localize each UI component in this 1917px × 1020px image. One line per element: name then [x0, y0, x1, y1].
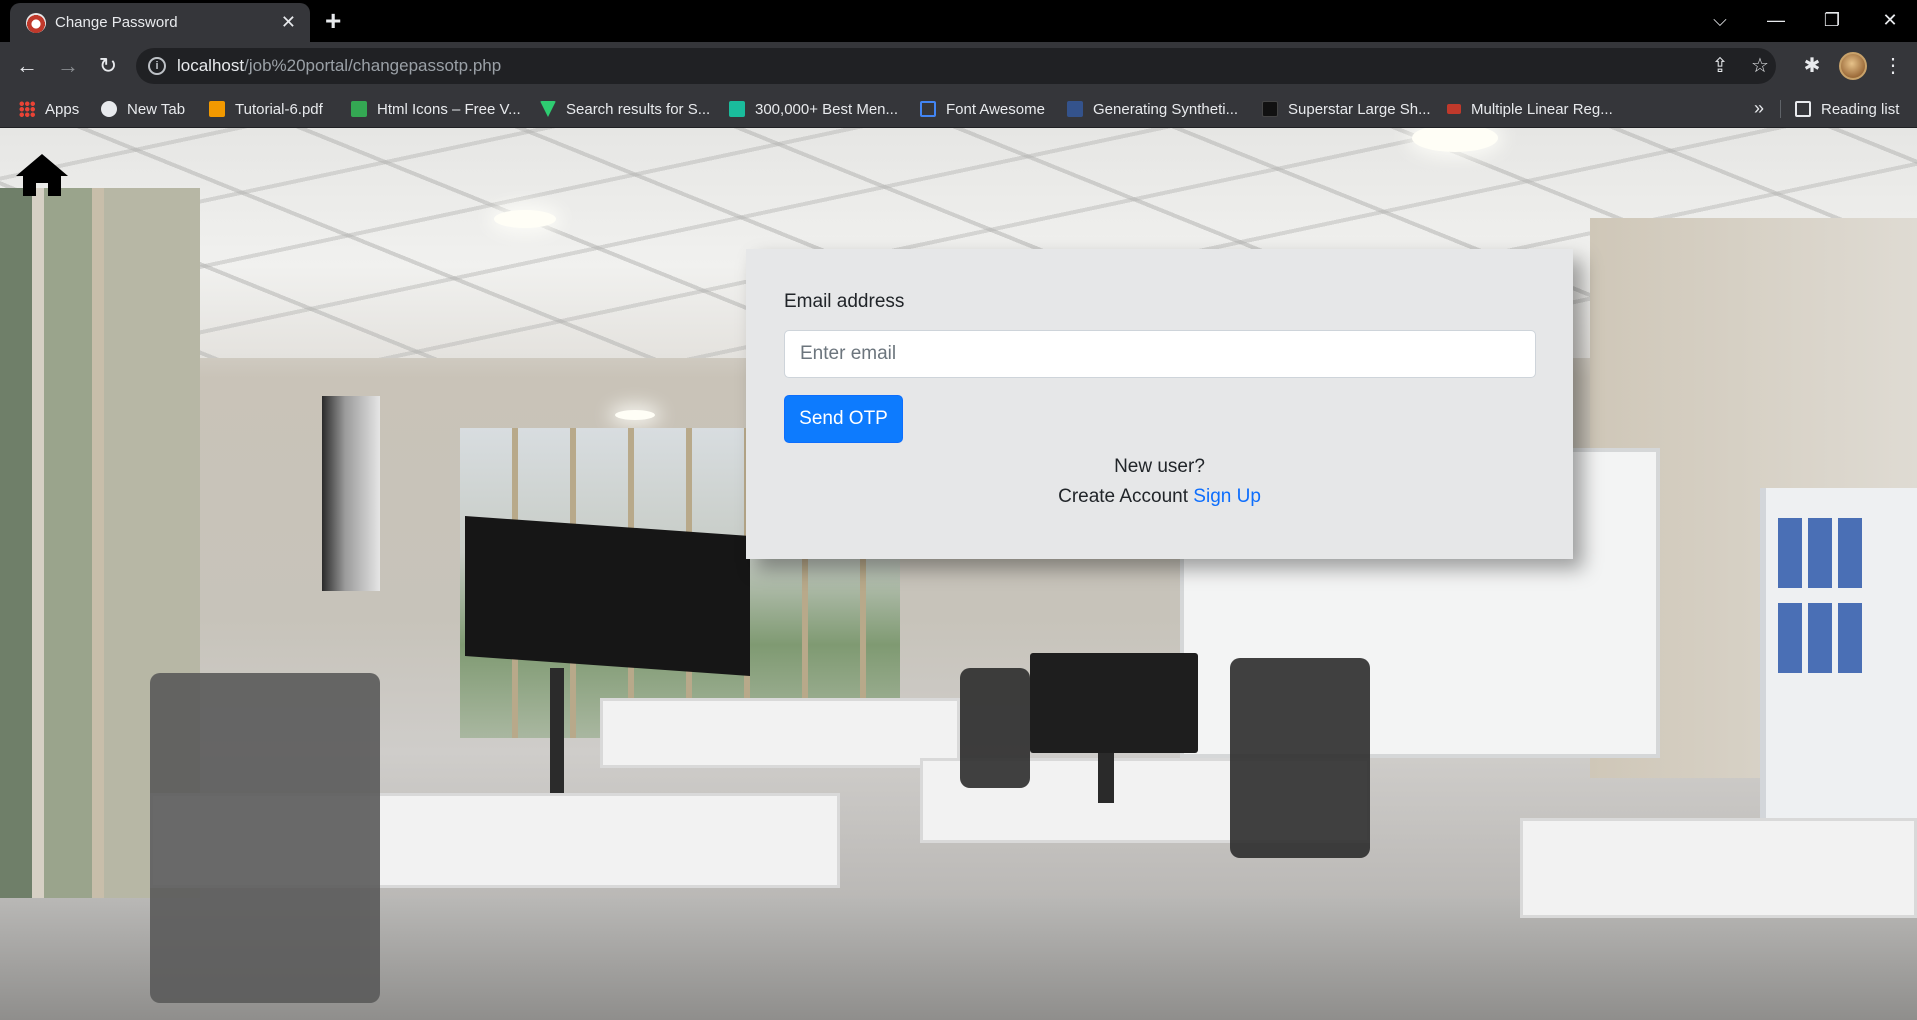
tab-strip: Change Password ✕ + ⌵ — ❐ ✕ [0, 0, 1917, 42]
stock-favicon-icon [729, 101, 745, 117]
binder [1778, 518, 1802, 588]
site-info-icon[interactable]: i [148, 57, 166, 75]
profile-avatar[interactable] [1839, 52, 1867, 80]
page-viewport: Email address Send OTP New user? Create … [0, 128, 1917, 1020]
ceiling-light [494, 210, 556, 228]
bookmarks-bar: Apps New Tab Tutorial-6.pdf Html Icons –… [0, 90, 1917, 128]
office-chair [960, 668, 1030, 788]
binder [1808, 603, 1832, 673]
bookmark-font-awesome[interactable]: Font Awesome [920, 90, 1045, 128]
binder [1778, 603, 1802, 673]
tab-close-icon[interactable]: ✕ [281, 11, 296, 33]
bookmark-superstar[interactable]: Superstar Large Sh... [1262, 90, 1431, 128]
binder [1808, 518, 1832, 588]
bookmark-label: Tutorial-6.pdf [235, 100, 323, 118]
sign-up-link[interactable]: Sign Up [1193, 486, 1261, 507]
bookmark-generating-synthetic[interactable]: Generating Syntheti... [1067, 90, 1238, 128]
bookmark-label: Search results for S... [566, 100, 711, 118]
superstar-favicon-icon [1262, 101, 1278, 117]
share-icon[interactable]: ⇪ [1708, 54, 1732, 78]
create-account-line: Create Account Sign Up [746, 486, 1573, 508]
bookmark-html-icons[interactable]: Html Icons – Free V... [351, 90, 521, 128]
minimize-button[interactable]: — [1762, 6, 1790, 34]
bookmark-label: Multiple Linear Reg... [1471, 100, 1613, 118]
bookmark-label: Generating Syntheti... [1093, 100, 1239, 118]
reload-button[interactable]: ↻ [94, 52, 122, 80]
binder [1838, 518, 1862, 588]
reading-list-button[interactable]: Reading list [1795, 90, 1899, 128]
email-input[interactable] [784, 330, 1536, 378]
computer-monitor [1030, 653, 1198, 753]
bookmark-label: Font Awesome [946, 100, 1045, 118]
bookmark-label: New Tab [127, 100, 186, 118]
html-icons-favicon [351, 101, 367, 117]
url-text[interactable]: localhost/job%20portal/changepassotp.php [177, 56, 501, 76]
ceiling-light [615, 410, 655, 420]
bookmark-label: Apps [45, 100, 80, 118]
apps-grid-icon [19, 101, 35, 117]
vector-favicon-icon [540, 101, 556, 117]
send-otp-button[interactable]: Send OTP [784, 395, 903, 443]
bookmark-tutorial-pdf[interactable]: Tutorial-6.pdf [209, 90, 323, 128]
extensions-icon[interactable]: ✱ [1798, 52, 1826, 80]
address-bar[interactable]: i localhost/job%20portal/changepassotp.p… [136, 48, 1776, 84]
forward-button[interactable]: → [54, 52, 82, 80]
site-favicon-icon [26, 13, 46, 33]
bookmark-multiple-linear[interactable]: Multiple Linear Reg... [1447, 90, 1613, 128]
new-tab-button[interactable]: + [325, 6, 341, 36]
flag-icon [920, 101, 936, 117]
browser-toolbar: ← → ↻ i localhost/job%20portal/changepas… [0, 42, 1917, 90]
email-label: Email address [784, 291, 905, 312]
wall-art [322, 396, 380, 591]
bookmark-label: Html Icons – Free V... [377, 100, 521, 118]
url-path: /job%20portal/changepassotp.php [244, 56, 502, 75]
tab-search-icon[interactable]: ⌵ [1706, 6, 1734, 34]
office-chair [150, 673, 380, 1003]
restore-button[interactable]: ❐ [1818, 6, 1846, 34]
tab-change-password[interactable]: Change Password ✕ [10, 3, 310, 42]
sa-favicon-icon [1447, 104, 1461, 114]
bookmark-search-results[interactable]: Search results for S... [540, 90, 710, 128]
browser-menu-icon[interactable]: ⋮ [1879, 52, 1907, 80]
tab-title: Change Password [55, 14, 178, 31]
bookmark-best-men[interactable]: 300,000+ Best Men... [729, 90, 898, 128]
reading-list-icon [1795, 101, 1811, 117]
pdf-icon [209, 101, 225, 117]
bookmark-new-tab[interactable]: New Tab [101, 90, 185, 128]
bookmark-label: Superstar Large Sh... [1288, 100, 1431, 118]
bookmarks-divider [1780, 100, 1781, 118]
bookmark-apps[interactable]: Apps [19, 90, 79, 128]
monitor-stand [1098, 753, 1114, 803]
new-user-text: New user? [1114, 456, 1205, 477]
bookmark-star-icon[interactable]: ☆ [1748, 54, 1772, 78]
desk [1520, 818, 1917, 918]
bookmark-label: 300,000+ Best Men... [755, 100, 899, 118]
close-window-button[interactable]: ✕ [1876, 6, 1904, 34]
binder [1838, 603, 1862, 673]
url-host: localhost [177, 56, 245, 75]
create-account-text: Create Account [1058, 486, 1189, 507]
more-bookmarks-chevron-icon[interactable]: » [1754, 96, 1764, 120]
wall-tv [465, 516, 750, 676]
office-chair [1230, 658, 1370, 858]
change-password-form: Email address Send OTP New user? Create … [746, 249, 1573, 559]
back-button[interactable]: ← [13, 52, 41, 80]
tds-favicon-icon [1067, 101, 1083, 117]
globe-icon [101, 101, 117, 117]
reading-list-label: Reading list [1821, 100, 1900, 118]
home-icon[interactable] [14, 152, 70, 198]
desk [600, 698, 960, 768]
